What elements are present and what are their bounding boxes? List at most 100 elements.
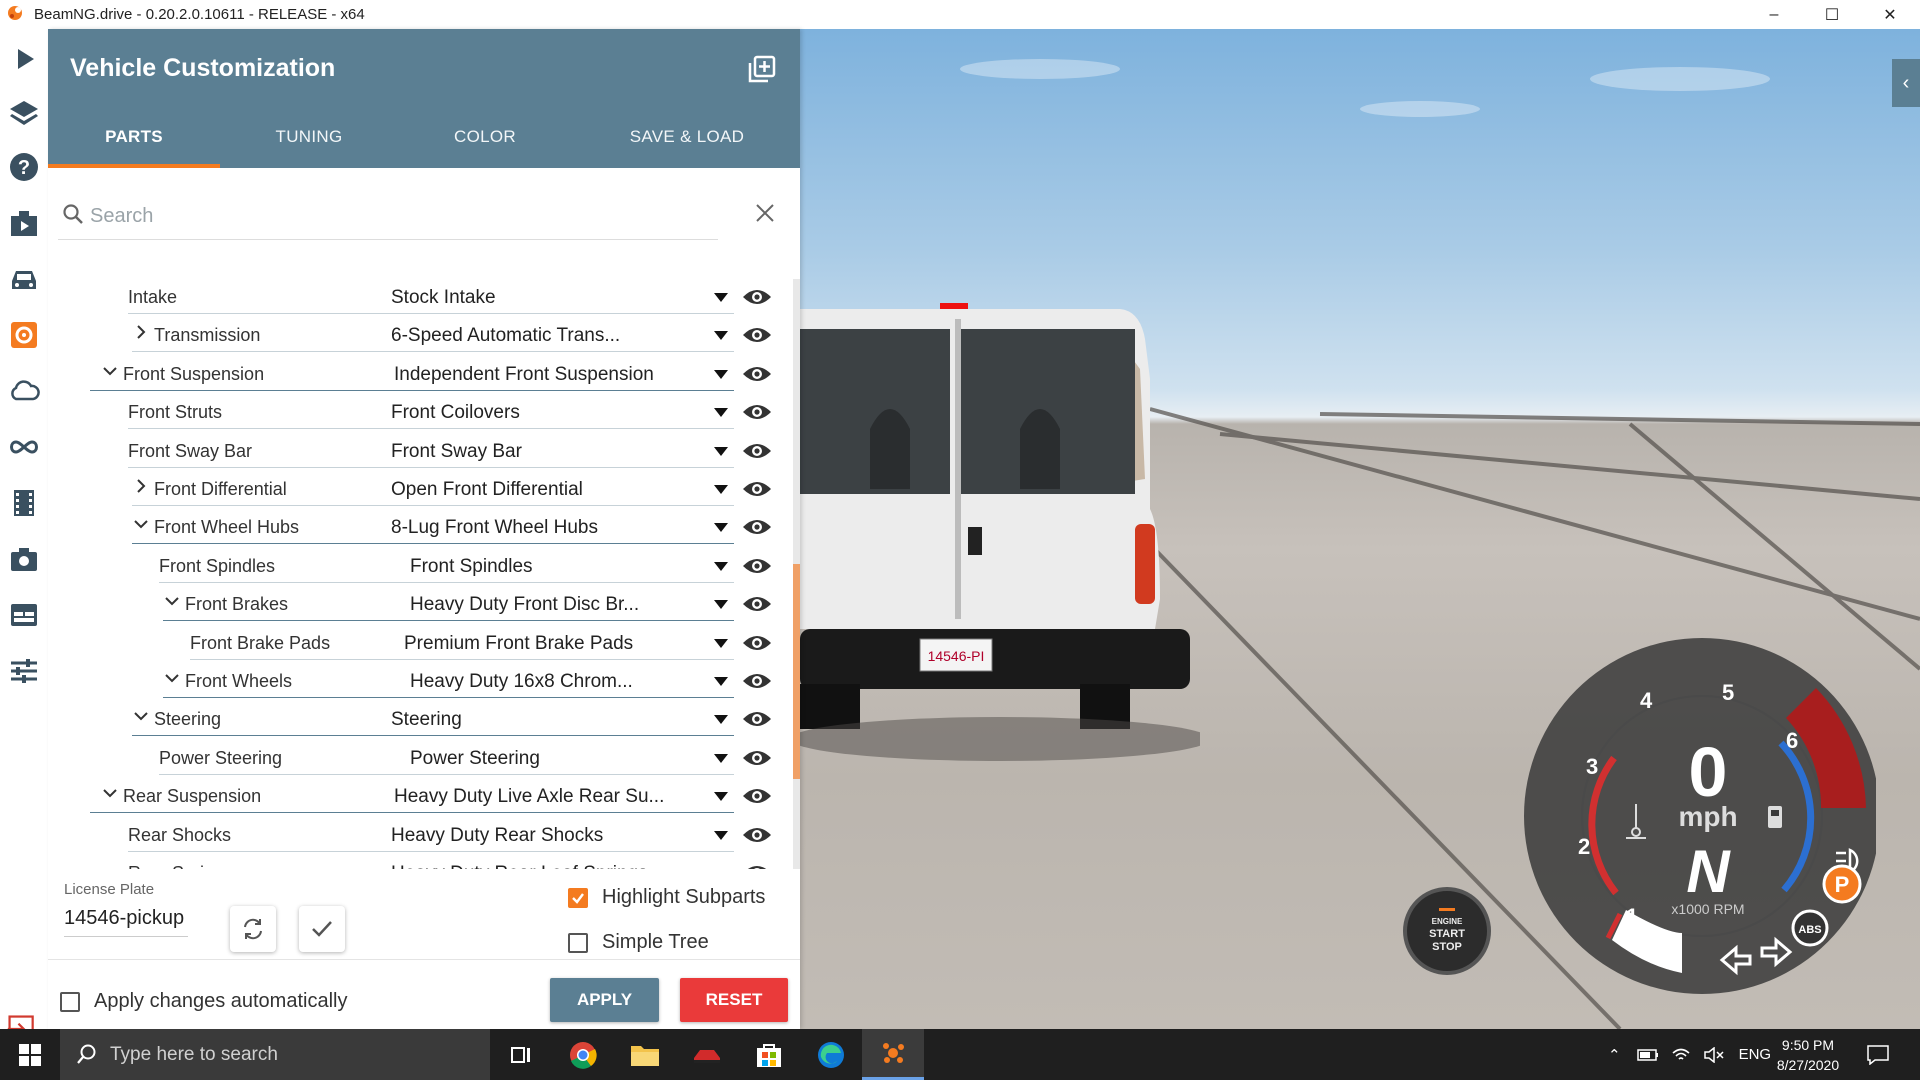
part-selection[interactable]: Front Sway Bar bbox=[391, 441, 522, 463]
tab-parts[interactable]: PARTS bbox=[73, 127, 195, 163]
visibility-eye-icon[interactable] bbox=[742, 287, 772, 307]
engine-start-stop-button[interactable]: ENGINE START STOP bbox=[1403, 887, 1491, 975]
chevron-right-icon[interactable] bbox=[132, 477, 150, 495]
tab-color[interactable]: COLOR bbox=[420, 127, 550, 163]
part-selection[interactable]: Front Coilovers bbox=[391, 402, 520, 424]
dropdown-arrow-icon[interactable] bbox=[714, 638, 728, 648]
collapse-panel-button[interactable]: ‹ bbox=[1892, 59, 1920, 107]
visibility-eye-icon[interactable] bbox=[742, 594, 772, 614]
visibility-eye-icon[interactable] bbox=[742, 748, 772, 768]
part-row[interactable]: Rear Shocks Heavy Duty Rear Shocks bbox=[48, 817, 793, 855]
part-selection[interactable]: Independent Front Suspension bbox=[394, 364, 654, 386]
part-row[interactable]: Steering Steering bbox=[48, 701, 793, 739]
maximize-button[interactable]: ☐ bbox=[1803, 0, 1861, 29]
chevron-down-icon[interactable] bbox=[163, 592, 181, 610]
part-selection[interactable]: Heavy Duty Front Disc Br... bbox=[410, 594, 639, 616]
part-selection[interactable]: Power Steering bbox=[410, 748, 540, 770]
part-row[interactable]: Front Sway Bar Front Sway Bar bbox=[48, 433, 793, 471]
part-selection[interactable]: Heavy Duty Rear Shocks bbox=[391, 825, 603, 847]
parts-scrollbar-thumb[interactable] bbox=[793, 564, 800, 779]
part-selection[interactable]: Heavy Duty Live Axle Rear Su... bbox=[394, 786, 664, 808]
simple-tree-checkbox[interactable] bbox=[568, 932, 588, 953]
taskbar-clock[interactable]: 9:50 PM 8/27/2020 bbox=[1768, 1035, 1848, 1075]
chrome-app[interactable] bbox=[552, 1029, 614, 1080]
part-selection[interactable]: Open Front Differential bbox=[391, 479, 583, 501]
part-selection[interactable]: Stock Intake bbox=[391, 287, 496, 309]
visibility-eye-icon[interactable] bbox=[742, 633, 772, 653]
dropdown-arrow-icon[interactable] bbox=[714, 369, 728, 379]
dropdown-arrow-icon[interactable] bbox=[714, 677, 728, 686]
simple-tree-option[interactable]: Simple Tree bbox=[568, 931, 709, 954]
part-row[interactable]: Front Brake Pads Premium Front Brake Pads bbox=[48, 625, 793, 663]
dropdown-arrow-icon[interactable] bbox=[714, 600, 728, 610]
cloud-icon[interactable] bbox=[4, 369, 44, 413]
taskbar-search[interactable]: Type here to search bbox=[60, 1029, 490, 1080]
settings-sliders-icon[interactable] bbox=[4, 649, 44, 693]
tray-chevron-icon[interactable]: ⌃ bbox=[1608, 1046, 1621, 1064]
confirm-plate-button[interactable] bbox=[299, 906, 345, 952]
part-row[interactable]: Rear Suspension Heavy Duty Live Axle Rear… bbox=[48, 778, 793, 816]
notifications-button[interactable] bbox=[1848, 1029, 1908, 1080]
visibility-eye-icon[interactable] bbox=[742, 863, 772, 869]
dropdown-arrow-icon[interactable] bbox=[714, 830, 728, 840]
part-selection[interactable]: Front Spindles bbox=[410, 556, 533, 578]
task-view-button[interactable] bbox=[490, 1029, 552, 1080]
apply-auto-checkbox[interactable] bbox=[60, 991, 80, 1012]
visibility-eye-icon[interactable] bbox=[742, 364, 772, 384]
visibility-eye-icon[interactable] bbox=[742, 556, 772, 576]
clear-search-button[interactable] bbox=[748, 196, 782, 230]
visibility-eye-icon[interactable] bbox=[742, 709, 772, 729]
film-icon[interactable] bbox=[4, 481, 44, 525]
part-row[interactable]: Front Wheel Hubs 8-Lug Front Wheel Hubs bbox=[48, 509, 793, 547]
part-selection[interactable]: Heavy Duty Rear Leaf Springs bbox=[391, 863, 648, 869]
highlight-subparts-option[interactable]: Highlight Subparts bbox=[568, 886, 765, 909]
visibility-eye-icon[interactable] bbox=[742, 786, 772, 806]
visibility-eye-icon[interactable] bbox=[742, 325, 772, 345]
part-row[interactable]: Intake Stock Intake bbox=[48, 279, 793, 317]
dropdown-arrow-icon[interactable] bbox=[714, 293, 728, 302]
vehicle-icon[interactable] bbox=[4, 257, 44, 301]
part-row[interactable]: Transmission 6-Speed Automatic Trans... bbox=[48, 317, 793, 355]
visibility-eye-icon[interactable] bbox=[742, 402, 772, 422]
play-icon[interactable] bbox=[4, 37, 44, 81]
layers-icon[interactable] bbox=[4, 91, 44, 135]
visibility-eye-icon[interactable] bbox=[742, 825, 772, 845]
file-explorer-app[interactable] bbox=[614, 1029, 676, 1080]
randomize-plate-button[interactable] bbox=[230, 906, 276, 952]
chevron-down-icon[interactable] bbox=[101, 362, 119, 380]
part-selection[interactable]: 6-Speed Automatic Trans... bbox=[391, 325, 620, 347]
close-window-button[interactable]: ✕ bbox=[1861, 0, 1919, 29]
vehicle-config-icon[interactable] bbox=[4, 313, 44, 357]
beamng-launcher-app[interactable] bbox=[676, 1029, 738, 1080]
wifi-icon[interactable] bbox=[1671, 1047, 1691, 1063]
beamng-drive-app[interactable] bbox=[862, 1029, 924, 1080]
part-row[interactable]: Front Suspension Independent Front Suspen… bbox=[48, 356, 793, 394]
tab-save-load[interactable]: SAVE & LOAD bbox=[601, 127, 773, 163]
dropdown-arrow-icon[interactable] bbox=[714, 485, 728, 494]
visibility-eye-icon[interactable] bbox=[742, 517, 772, 537]
edge-app[interactable] bbox=[800, 1029, 862, 1080]
layout-icon[interactable] bbox=[4, 593, 44, 637]
dropdown-arrow-icon[interactable] bbox=[714, 792, 728, 802]
part-row[interactable]: Front Wheels Heavy Duty 16x8 Chrom... bbox=[48, 663, 793, 701]
chevron-down-icon[interactable] bbox=[132, 707, 150, 725]
chevron-down-icon[interactable] bbox=[132, 515, 150, 533]
search-input[interactable] bbox=[88, 201, 692, 231]
help-icon[interactable]: ? bbox=[4, 145, 44, 189]
visibility-eye-icon[interactable] bbox=[742, 479, 772, 499]
visibility-eye-icon[interactable] bbox=[742, 441, 772, 461]
chevron-down-icon[interactable] bbox=[101, 784, 119, 802]
battery-icon[interactable] bbox=[1636, 1048, 1659, 1062]
scenario-icon[interactable] bbox=[4, 201, 44, 245]
apply-button[interactable]: APPLY bbox=[550, 978, 659, 1022]
part-selection[interactable]: 8-Lug Front Wheel Hubs bbox=[391, 517, 598, 539]
part-row[interactable]: Rear Springs Heavy Duty Rear Leaf Springs bbox=[48, 855, 793, 869]
part-selection[interactable]: Heavy Duty 16x8 Chrom... bbox=[410, 671, 633, 693]
apply-auto-option[interactable]: Apply changes automatically bbox=[60, 990, 347, 1013]
new-window-icon[interactable] bbox=[748, 55, 776, 83]
dropdown-arrow-icon[interactable] bbox=[714, 446, 728, 456]
microsoft-store-app[interactable] bbox=[738, 1029, 800, 1080]
tab-tuning[interactable]: TUNING bbox=[244, 127, 374, 163]
part-row[interactable]: Front Differential Open Front Differentia… bbox=[48, 471, 793, 509]
dropdown-arrow-icon[interactable] bbox=[714, 523, 728, 533]
